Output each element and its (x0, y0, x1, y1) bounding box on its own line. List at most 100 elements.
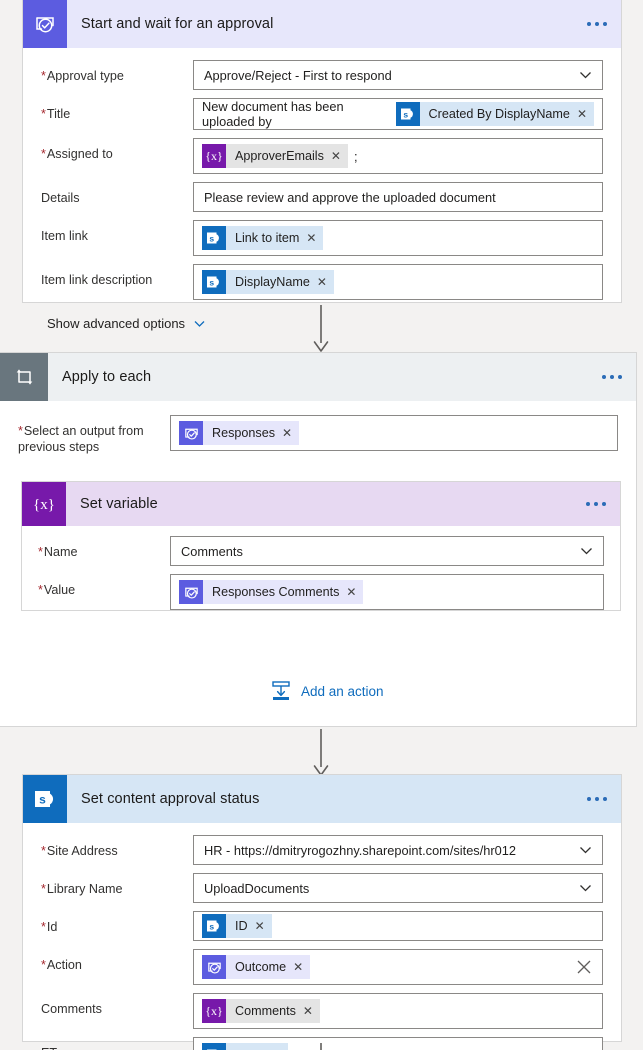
card-start-and-wait-for-an-approval[interactable]: Start and wait for an approval *Approval… (22, 0, 622, 331)
token-label: Outcome (235, 960, 287, 974)
svg-text:{x}: {x} (205, 1004, 223, 1018)
token-label: ApproverEmails (235, 149, 324, 163)
token-outcome[interactable]: Outcome ✕ (202, 955, 311, 979)
library-name-dropdown[interactable]: UploadDocuments (193, 873, 603, 903)
assigned-to-input[interactable]: {x} ApproverEmails ✕ ; (193, 138, 603, 174)
show-advanced-options-label: Show advanced options (47, 316, 186, 331)
required-asterisk: * (41, 920, 46, 934)
token-remove-icon[interactable]: ✕ (293, 960, 303, 974)
card-title: Apply to each (62, 369, 152, 385)
token-comments[interactable]: {x} Comments ✕ (202, 999, 320, 1023)
field-label: Item link (41, 229, 88, 243)
field-label: *Id (41, 920, 58, 934)
token-body: Created By DisplayName ✕ (419, 102, 594, 126)
token-body: ETag ✕ (226, 1043, 288, 1050)
token-displayname[interactable]: s DisplayName ✕ (202, 270, 334, 294)
title-input[interactable]: New document has been uploaded by s Crea… (193, 98, 603, 130)
item-link-description-input[interactable]: s DisplayName ✕ (193, 264, 603, 300)
field-row-library-name: *Library Name UploadDocuments (41, 873, 603, 903)
svg-text:s: s (403, 109, 408, 119)
token-id[interactable]: s ID ✕ (202, 914, 272, 938)
more-options-button[interactable] (587, 797, 607, 801)
required-asterisk: * (41, 844, 46, 858)
field-row-id: *Id s ID ✕ (41, 911, 603, 941)
card-body: *Name Comments *Value Responses Comments… (22, 526, 620, 620)
flow-designer-canvas: Start and wait for an approval *Approval… (0, 0, 643, 1050)
chevron-down-icon (194, 321, 205, 327)
site-address-dropdown[interactable]: HR - https://dmitryrogozhny.sharepoint.c… (193, 835, 603, 865)
token-responses-comments[interactable]: Responses Comments ✕ (179, 580, 364, 604)
svg-text:{x}: {x} (205, 149, 223, 163)
token-label: Link to item (235, 231, 300, 245)
field-label: *Site Address (41, 844, 118, 858)
svg-text:s: s (209, 921, 214, 931)
token-label: Created By DisplayName (428, 107, 570, 121)
required-asterisk: * (41, 69, 46, 83)
token-responses[interactable]: Responses ✕ (179, 421, 300, 445)
field-row-item-link-description: Item link description s DisplayName ✕ (41, 264, 603, 300)
token-label: Responses Comments (212, 585, 340, 599)
field-row-item-link: Item link s Link to item ✕ (41, 220, 603, 256)
token-remove-icon[interactable]: ✕ (577, 107, 587, 121)
token-remove-icon[interactable]: ✕ (282, 426, 292, 440)
chevron-down-icon[interactable] (579, 882, 592, 895)
action-input[interactable]: Outcome ✕ (193, 949, 603, 985)
token-etag[interactable]: s ETag ✕ (202, 1043, 288, 1050)
token-label: Responses (212, 426, 276, 440)
sharepoint-icon: s (202, 1043, 226, 1050)
sharepoint-icon: s (202, 914, 226, 938)
token-approveremails[interactable]: {x} ApproverEmails ✕ (202, 144, 348, 168)
chevron-down-icon[interactable] (579, 69, 592, 82)
token-remove-icon[interactable]: ✕ (346, 585, 356, 599)
sharepoint-icon: s (202, 226, 226, 250)
chevron-down-icon[interactable] (580, 545, 593, 558)
approval-type-dropdown[interactable]: Approve/Reject - First to respond (193, 60, 603, 90)
sharepoint-icon: s (202, 270, 226, 294)
token-remove-icon[interactable]: ✕ (255, 919, 265, 933)
card-set-content-approval-status[interactable]: s Set content approval status *Site Addr… (22, 774, 622, 1050)
card-header[interactable]: Apply to each (0, 353, 636, 401)
token-body: Outcome ✕ (226, 955, 311, 979)
approval-icon (23, 0, 67, 48)
etag-input[interactable]: s ETag ✕ (193, 1037, 603, 1050)
field-row-site-address: *Site Address HR - https://dmitryrogozhn… (41, 835, 603, 865)
field-label: *Title (41, 107, 71, 121)
card-header[interactable]: Start and wait for an approval (23, 0, 621, 48)
chevron-down-icon[interactable] (579, 844, 592, 857)
field-row-action: *Action Outcome ✕ (41, 949, 603, 985)
token-remove-icon[interactable]: ✕ (317, 275, 327, 289)
sharepoint-icon: s (23, 775, 67, 823)
more-options-button[interactable] (586, 502, 606, 506)
card-apply-to-each[interactable]: Apply to each *Select an output from pre… (0, 352, 637, 727)
card-body: *Select an output from previous steps Re… (0, 401, 636, 455)
field-label: Item link description (41, 273, 153, 287)
item-link-input[interactable]: s Link to item ✕ (193, 220, 603, 256)
token-label: DisplayName (235, 275, 310, 289)
select-output-input[interactable]: Responses ✕ (170, 415, 618, 451)
token-link-to-item[interactable]: s Link to item ✕ (202, 226, 324, 250)
token-remove-icon[interactable]: ✕ (331, 149, 341, 163)
token-label: ID (235, 919, 248, 933)
id-input[interactable]: s ID ✕ (193, 911, 603, 941)
clear-field-icon[interactable] (576, 959, 592, 975)
separator-semicolon: ; (353, 148, 358, 164)
token-created-by-displayname[interactable]: s Created By DisplayName ✕ (395, 102, 594, 126)
variable-icon: {x} (22, 482, 66, 526)
variable-value-input[interactable]: Responses Comments ✕ (170, 574, 604, 610)
required-asterisk: * (41, 107, 46, 121)
token-remove-icon[interactable]: ✕ (306, 231, 316, 245)
add-an-action-button[interactable]: Add an action (270, 680, 384, 702)
details-input[interactable]: Please review and approve the uploaded d… (193, 182, 603, 212)
field-label: *Library Name (41, 882, 123, 896)
approval-icon (202, 955, 226, 979)
card-header[interactable]: s Set content approval status (23, 775, 621, 823)
card-set-variable[interactable]: {x} Set variable *Name Comments *Value R… (21, 481, 621, 611)
more-options-button[interactable] (587, 22, 607, 26)
more-options-button[interactable] (602, 375, 622, 379)
variable-name-dropdown[interactable]: Comments (170, 536, 604, 566)
card-header[interactable]: {x} Set variable (22, 482, 620, 526)
field-label: Comments (41, 1002, 102, 1016)
token-remove-icon[interactable]: ✕ (303, 1004, 313, 1018)
comments-input[interactable]: {x} Comments ✕ (193, 993, 603, 1029)
svg-text:s: s (209, 277, 214, 287)
